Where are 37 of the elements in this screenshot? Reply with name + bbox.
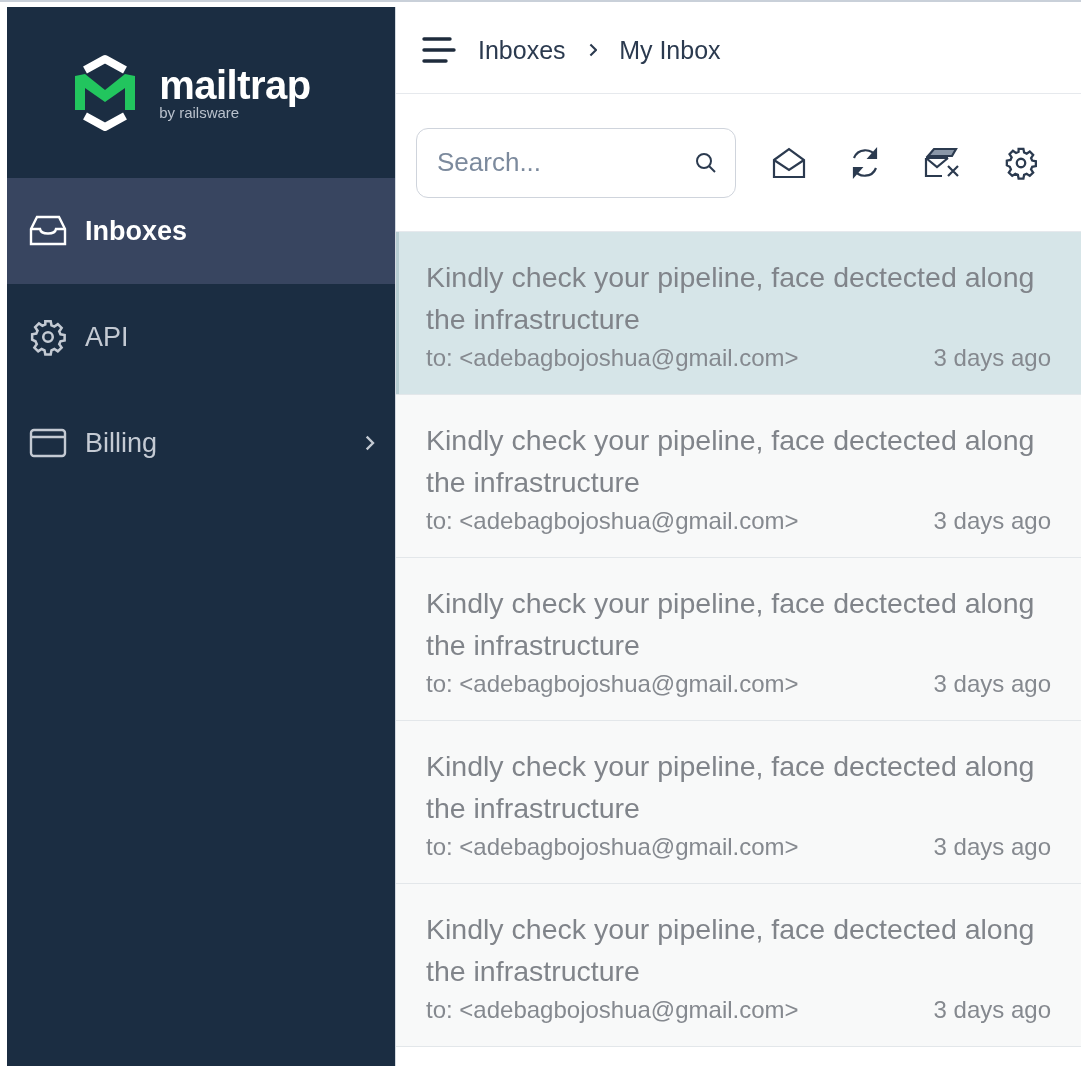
message-item[interactable]: Kindly check your pipeline, face dectected along the infrastructure to: <adebagbojoshua@gmail.com> 3 days ago (396, 395, 1081, 558)
message-time: 3 days ago (933, 507, 1051, 535)
sidebar-item-label: Billing (85, 427, 159, 459)
gear-icon (29, 318, 67, 356)
message-time: 3 days ago (933, 833, 1051, 861)
message-recipient: to: <adebagbojoshua@gmail.com> (426, 507, 799, 535)
message-item[interactable]: Kindly check your pipeline, face dectected along the infrastructure to: <adebagbojoshua@gmail.com> 3 days ago (396, 558, 1081, 721)
message-item[interactable]: Kindly check your pipeline, face dectected along the infrastructure to: <adebagbojoshua@gmail.com> 3 days ago (396, 721, 1081, 884)
message-time: 3 days ago (933, 670, 1051, 698)
sidebar-item[interactable]: Billing (7, 390, 395, 496)
message-subject: Kindly check your pipeline, face dectected along the infrastructure (426, 423, 1036, 500)
sidebar-item[interactable]: Inboxes (7, 178, 395, 284)
chevron-icon (364, 434, 375, 452)
breadcrumb-link[interactable]: Inboxes (478, 35, 566, 65)
inbox-tray-icon (29, 215, 67, 247)
breadcrumb-link[interactable]: My Inbox (619, 35, 721, 65)
sidebar-item-label: Inboxes (85, 215, 189, 247)
message-recipient: to: <adebagbojoshua@gmail.com> (426, 670, 799, 698)
message-time: 3 days ago (933, 996, 1051, 1024)
message-item[interactable]: Kindly check your pipeline, face dectected along the infrastructure to: <adebagbojoshua@gmail.com> 3 days ago (396, 884, 1081, 1047)
message-subject: Kindly check your pipeline, face dectected along the infrastructure (426, 749, 1036, 826)
logo-tagline: by railsware (159, 104, 240, 121)
message-recipient: to: <adebagbojoshua@gmail.com> (426, 996, 799, 1024)
chevron-icon (587, 42, 598, 58)
search-field[interactable]: Search... (416, 127, 736, 198)
logo-wordmark: mailtrap (159, 64, 311, 105)
message-recipient: to: <adebagbojoshua@gmail.com> (426, 833, 799, 861)
message-subject: Kindly check your pipeline, face dectected along the infrastructure (426, 260, 1036, 337)
message-subject: Kindly check your pipeline, face dectected along the infrastructure (426, 912, 1036, 989)
card-icon (29, 428, 67, 458)
sidebar-item-label: API (85, 321, 130, 353)
message-subject: Kindly check your pipeline, face dectected along the infrastructure (426, 586, 1036, 663)
message-recipient: to: <adebagbojoshua@gmail.com> (426, 344, 799, 372)
message-time: 3 days ago (933, 344, 1051, 372)
search-icon (694, 150, 718, 175)
sidebar-item[interactable]: API (7, 284, 395, 390)
menu-icon[interactable] (422, 37, 456, 63)
